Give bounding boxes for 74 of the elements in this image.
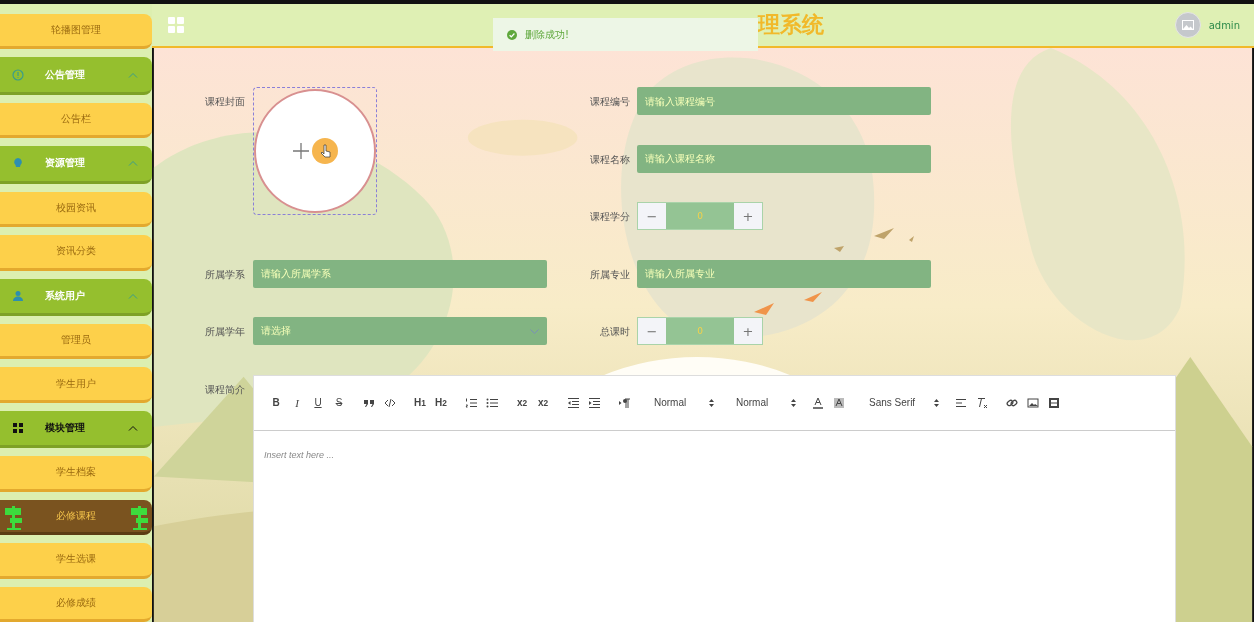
- menu-item[interactable]: 必修成绩: [0, 586, 152, 622]
- menu-group-label: 模块管理: [45, 420, 86, 435]
- format-button[interactable]: U: [310, 393, 326, 412]
- text-color-icon: [812, 396, 824, 409]
- chevron-up-icon: [128, 424, 138, 431]
- menu-item[interactable]: 必修课程: [0, 499, 152, 536]
- input-field[interactable]: 请输入所属专业: [637, 259, 931, 288]
- menu-item[interactable]: 学生用户: [0, 367, 152, 403]
- ordered-list-icon: [465, 396, 477, 409]
- field-label: 课程简介: [205, 382, 246, 397]
- highlight-color-icon: [833, 396, 845, 409]
- menu-item[interactable]: 轮播图管理: [0, 14, 152, 50]
- select-field[interactable]: 请选择: [253, 317, 547, 345]
- chevron-up-icon: [128, 292, 138, 299]
- menu-group[interactable]: 公告管理: [0, 57, 152, 95]
- user-icon: [12, 289, 24, 302]
- field-label: 课程封面: [205, 95, 246, 109]
- sort-caret-icon: [709, 398, 714, 407]
- image-icon: [1027, 396, 1039, 409]
- toast-message: 删除成功!: [525, 27, 569, 42]
- bulb-icon: [12, 157, 24, 170]
- menu-group-label: 公告管理: [45, 67, 86, 82]
- field-label: 课程名称: [590, 152, 630, 167]
- chevron-up-icon: [128, 160, 138, 167]
- input-field[interactable]: 请输入课程编号: [637, 87, 931, 115]
- menu-item[interactable]: 资讯分类: [0, 235, 152, 271]
- sort-caret-icon: [934, 398, 939, 407]
- menu-item[interactable]: 公告栏: [0, 102, 152, 139]
- input-field[interactable]: 请输入所属学系: [253, 259, 547, 288]
- chevron-down-icon: [530, 328, 539, 334]
- format-button[interactable]: B: [268, 393, 284, 412]
- sort-caret-icon: [791, 398, 796, 407]
- birds-drawing: [754, 292, 824, 316]
- video-icon: [1048, 396, 1060, 409]
- menu-group[interactable]: 系统用户: [0, 278, 152, 316]
- outdent-icon: [567, 396, 579, 409]
- field-label: 所属学年: [205, 325, 246, 339]
- menu-item[interactable]: 学生档案: [0, 456, 152, 492]
- clear-format-icon: [976, 396, 988, 409]
- bullet-list-icon: [486, 396, 498, 409]
- field-label: 课程学分: [590, 210, 630, 224]
- app-title: 理系统: [758, 11, 824, 39]
- code-icon: [384, 396, 396, 409]
- check-icon: [507, 29, 517, 40]
- menu-item[interactable]: 学生选课: [0, 543, 152, 579]
- chevron-up-icon: [128, 71, 138, 78]
- signpost-icon: [4, 505, 22, 530]
- format-dropdown[interactable]: Normal: [654, 397, 714, 408]
- signpost-icon: [130, 505, 148, 530]
- format-dropdown[interactable]: Normal: [736, 397, 796, 408]
- plus-icon: [292, 142, 310, 160]
- format-button[interactable]: S: [331, 393, 347, 412]
- menu-item[interactable]: 管理员: [0, 323, 152, 360]
- editor-placeholder: Insert text here ...: [263, 448, 336, 462]
- username[interactable]: admin: [1208, 19, 1240, 31]
- field-label: 所属学系: [205, 267, 246, 282]
- format-dropdown[interactable]: Sans Serif: [869, 397, 939, 408]
- indent-icon: [588, 396, 600, 409]
- grid-icon: [12, 421, 24, 434]
- text-direction-icon: [618, 396, 630, 409]
- format-button[interactable]: I: [289, 393, 305, 412]
- input-field[interactable]: 请输入课程名称: [637, 144, 931, 173]
- menu-group-label: 资源管理: [45, 156, 86, 171]
- menu-group-label: 系统用户: [45, 288, 86, 303]
- field-label: 所属专业: [590, 267, 630, 282]
- menu-group[interactable]: 模块管理: [0, 410, 152, 449]
- menu-item[interactable]: 校园资讯: [0, 191, 152, 228]
- menu-icon: [168, 17, 184, 33]
- cursor-icon: [312, 138, 338, 164]
- align-left-icon: [955, 396, 967, 409]
- field-label: 总课时: [599, 325, 630, 339]
- field-label: 课程编号: [590, 95, 630, 109]
- info-icon: [12, 68, 24, 81]
- menu-group[interactable]: 资源管理: [0, 146, 152, 184]
